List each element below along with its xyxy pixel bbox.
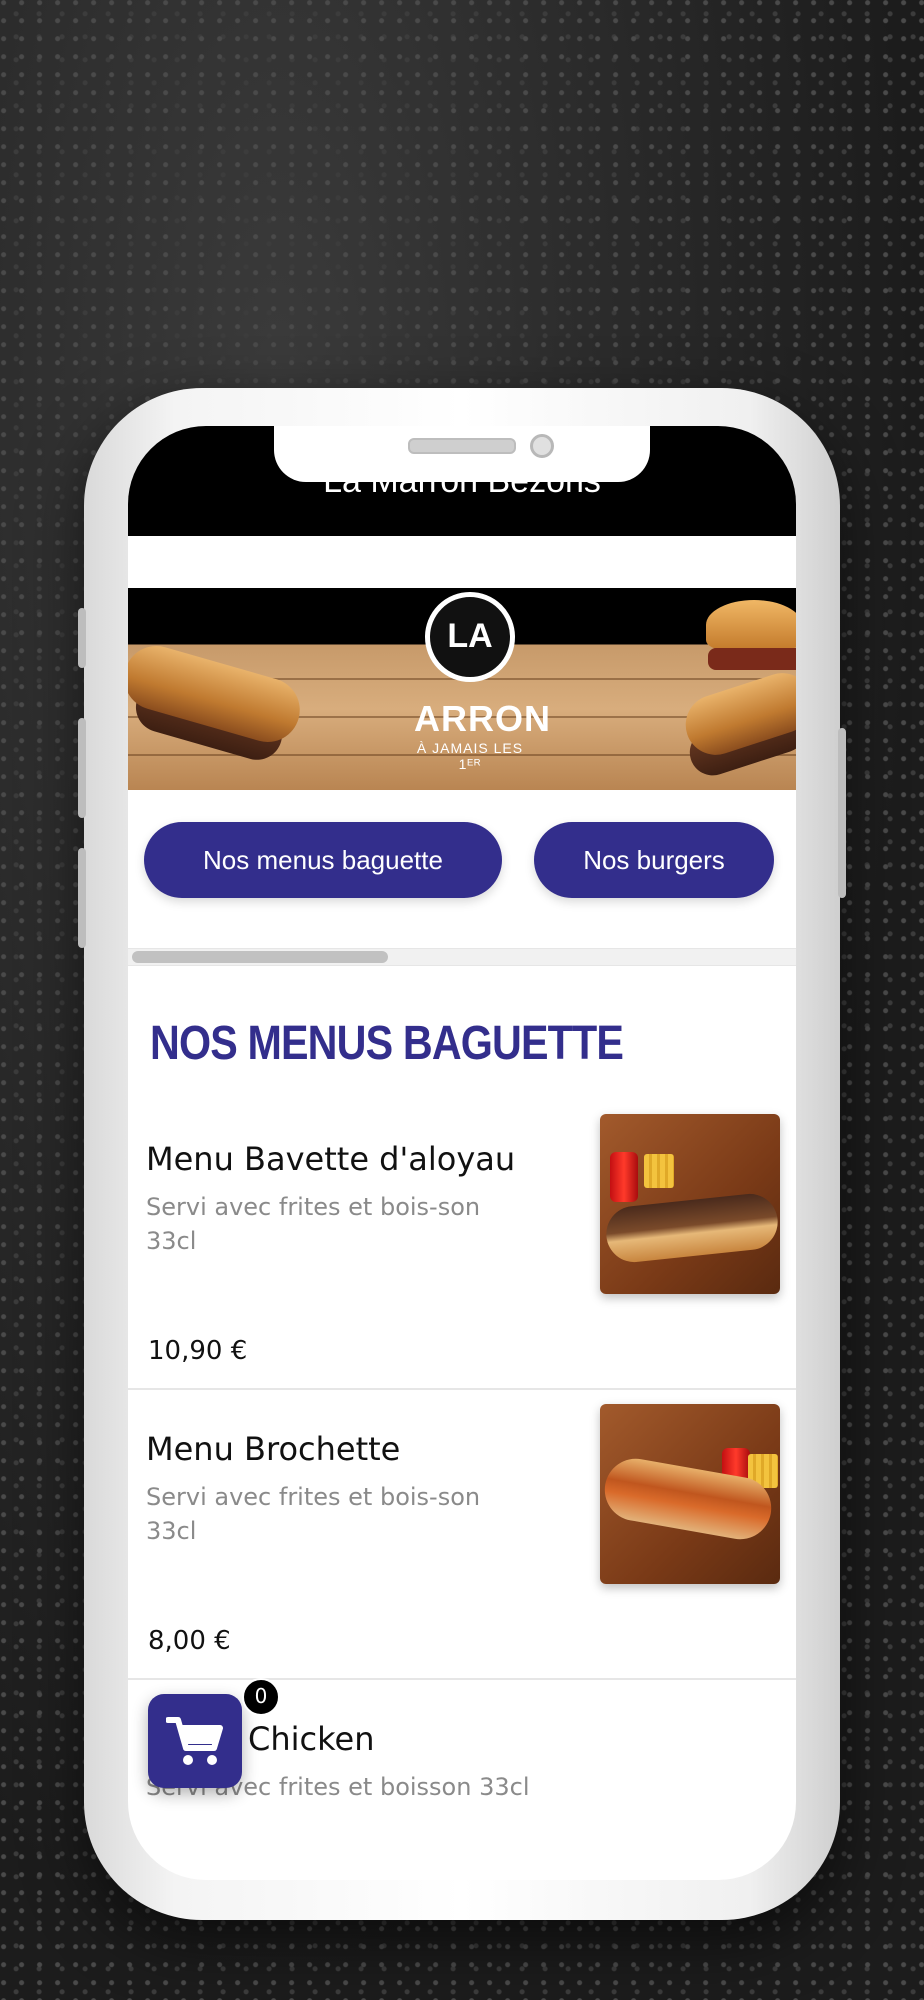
cart-icon bbox=[166, 1717, 223, 1765]
item-image bbox=[600, 1404, 780, 1584]
item-name: Menu Brochette bbox=[146, 1430, 401, 1468]
menu-item[interactable]: Menu Bavette d'aloyau Servi avec frites … bbox=[128, 1104, 796, 1394]
item-price: 10,90 € bbox=[148, 1336, 248, 1366]
category-nav: Nos menus baguette Nos burgers bbox=[128, 822, 796, 902]
item-price: 8,00 € bbox=[148, 1626, 231, 1656]
item-divider bbox=[128, 1678, 796, 1680]
category-scrollbar[interactable] bbox=[128, 948, 796, 966]
item-divider bbox=[128, 1388, 796, 1390]
phone-notch bbox=[274, 426, 650, 482]
item-description: Servi avec frites et bois-son 33cl bbox=[146, 1483, 481, 1545]
item-description: Servi avec frites et bois-son 33cl bbox=[146, 1193, 481, 1255]
cart-count-badge: 0 bbox=[242, 1678, 280, 1716]
app-screen: La Marron Bezons LA ARRON À JAMAIS LES 1… bbox=[128, 426, 796, 1880]
cart-button[interactable]: 0 bbox=[148, 1678, 280, 1788]
hero-banner: LA ARRON À JAMAIS LES 1ᴱᴿ bbox=[128, 588, 796, 790]
item-name: Menu Bavette d'aloyau bbox=[146, 1140, 516, 1178]
item-image bbox=[600, 1114, 780, 1294]
menu-item[interactable]: Menu Brochette Servi avec frites et bois… bbox=[128, 1394, 796, 1684]
restaurant-logo: LA ARRON À JAMAIS LES 1ᴱᴿ bbox=[414, 592, 550, 786]
phone-frame: La Marron Bezons LA ARRON À JAMAIS LES 1… bbox=[78, 388, 846, 1920]
scrollbar-thumb[interactable] bbox=[132, 951, 388, 963]
category-chip-menus-baguette[interactable]: Nos menus baguette bbox=[144, 822, 502, 898]
section-title: NOS MENUS BAGUETTE bbox=[150, 1017, 624, 1070]
item-name: Chicken bbox=[248, 1720, 375, 1758]
category-chip-burgers[interactable]: Nos burgers bbox=[534, 822, 774, 898]
